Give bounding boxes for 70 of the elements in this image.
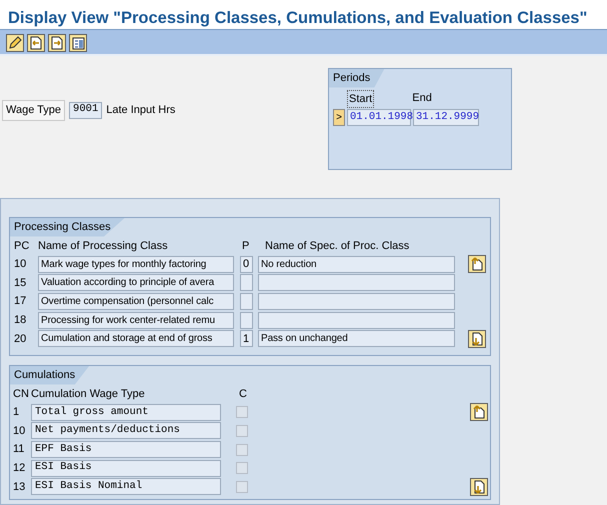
end-date-field[interactable]: 31.12.9999 [413,109,479,126]
column-header: PC [14,238,30,254]
column-header: Cumulation Wage Type [31,386,146,402]
column-header: Name of Processing Class [38,238,169,254]
page-up-button[interactable] [468,255,486,274]
document-list-icon [72,36,84,50]
column-header: Name of Spec. of Proc. Class [265,238,410,254]
column-header: Start [347,90,374,108]
row-number: 12 [13,460,26,476]
specification-field[interactable]: No reduction [258,256,455,273]
column-header: C [238,386,248,402]
page-down-icon [472,480,486,494]
cumulation-field[interactable]: EPF Basis [31,441,221,458]
processing-class-field[interactable]: Valuation according to principle of avera [38,274,234,292]
edit-button[interactable] [6,34,24,52]
wage-type-description: Late Input Hrs [106,103,176,118]
page-down-button[interactable] [468,330,486,348]
row-number: 18 [14,312,28,328]
row-number: 10 [14,257,28,272]
specification-field[interactable] [258,293,455,310]
indicator-field[interactable]: 1 [240,330,253,348]
group-title: Cumulations [10,366,90,384]
cumulation-field[interactable]: Total gross amount [31,404,221,421]
column-header: CN [13,386,30,402]
page-down-button[interactable] [470,478,488,496]
checkbox[interactable] [236,424,248,437]
document-arrow-icon [30,36,42,50]
page-up-button[interactable] [470,403,488,422]
row-number: 10 [13,424,26,439]
cumulation-field[interactable]: Net payments/deductions [31,422,221,440]
document-arrow-icon [51,36,63,50]
row-number: 1 [13,405,20,420]
row-number: 11 [13,442,26,458]
specification-field[interactable]: Pass on unchanged [258,330,455,348]
previous-entry-button[interactable] [27,34,45,52]
processing-class-field[interactable]: Cumulation and storage at end of gross [38,330,234,348]
indicator-field[interactable] [240,274,253,292]
indicator-field[interactable]: 0 [240,256,253,273]
column-header: P [242,238,250,254]
checkbox[interactable] [236,406,248,418]
window-title: Display View "Processing Classes, Cumulations, and Evaluation Classes" [8,9,588,27]
page-down-icon [470,332,484,346]
group-title: Processing Classes [10,218,125,236]
column-header: End [412,90,432,106]
pencil-icon [8,36,22,50]
next-entry-button[interactable] [48,34,66,52]
row-selector-button[interactable]: > [333,109,345,126]
overview-button[interactable] [69,34,87,52]
processing-class-field[interactable]: Mark wage types for monthly factoring [38,256,234,273]
checkbox[interactable] [236,444,248,456]
row-number: 20 [14,332,28,347]
specification-field[interactable] [258,312,455,329]
group-title: Periods [329,69,384,88]
specification-field[interactable] [258,274,455,292]
field-label: Wage Type [2,100,66,120]
indicator-field[interactable] [240,312,253,329]
row-number: 13 [13,480,26,495]
indicator-field[interactable] [240,293,253,310]
cumulation-field[interactable]: ESI Basis [31,460,221,477]
cumulation-field[interactable]: ESI Basis Nominal [31,478,221,496]
row-number: 17 [14,294,28,310]
page-up-icon [472,405,486,420]
processing-class-field[interactable]: Overtime compensation (personnel calc [38,293,234,310]
row-number: 15 [14,276,28,291]
processing-class-field[interactable]: Processing for work center-related remu [38,312,234,329]
checkbox[interactable] [236,462,248,474]
start-date-field[interactable]: 01.01.1998 [347,109,411,126]
page-up-icon [470,257,484,272]
checkbox[interactable] [236,480,248,493]
wage-type-field[interactable]: 9001 [69,102,102,119]
